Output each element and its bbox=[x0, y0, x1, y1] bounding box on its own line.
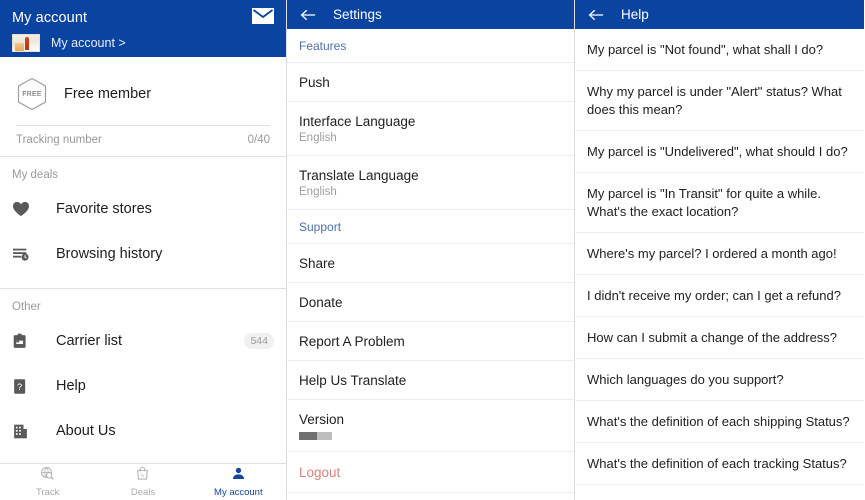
settings-row-translate-language[interactable]: Translate Language English bbox=[287, 156, 574, 210]
svg-text:?: ? bbox=[17, 382, 22, 392]
sidebar-item-label: Favorite stores bbox=[56, 201, 274, 217]
settings-row-value: English bbox=[299, 186, 562, 198]
version-redacted-value bbox=[299, 432, 332, 440]
help-filler bbox=[575, 485, 864, 500]
back-arrow-icon[interactable] bbox=[300, 8, 316, 22]
track-globe-search-icon bbox=[40, 466, 55, 486]
carrier-list-count-badge: 544 bbox=[244, 333, 274, 349]
membership-row[interactable]: FREE Free member bbox=[14, 71, 272, 125]
settings-row-help-us-translate[interactable]: Help Us Translate bbox=[287, 361, 574, 400]
membership-label: Free member bbox=[64, 86, 151, 102]
bottom-nav-label: My account bbox=[214, 487, 263, 498]
sidebar-item-label: Carrier list bbox=[56, 333, 244, 349]
bottom-nav-my-account[interactable]: My account bbox=[191, 464, 286, 500]
membership-block: FREE Free member Tracking number 0/40 bbox=[0, 57, 286, 156]
avatar[interactable] bbox=[12, 34, 40, 52]
help-question-item[interactable]: My parcel is "Undelivered", what should … bbox=[575, 131, 864, 173]
sidebar-item-help[interactable]: ? Help bbox=[0, 364, 286, 409]
clipboard-carrier-icon bbox=[12, 329, 38, 353]
settings-pane: Settings Features Push Interface Languag… bbox=[287, 0, 575, 500]
settings-row-interface-language[interactable]: Interface Language English bbox=[287, 102, 574, 156]
settings-row-title: Share bbox=[299, 256, 562, 271]
sidebar-item-carrier-list[interactable]: Carrier list 544 bbox=[0, 319, 286, 364]
envelope-icon[interactable] bbox=[252, 8, 274, 24]
page-title: My account bbox=[12, 6, 274, 28]
sidebar-item-about-us[interactable]: About Us bbox=[0, 409, 286, 454]
help-pane: Help My parcel is "Not found", what shal… bbox=[575, 0, 864, 500]
settings-row-share[interactable]: Share bbox=[287, 244, 574, 283]
help-question-item[interactable]: Which languages do you support? bbox=[575, 359, 864, 401]
help-title: Help bbox=[621, 7, 649, 22]
settings-row-title: Donate bbox=[299, 295, 562, 310]
bottom-nav-track[interactable]: Track bbox=[0, 464, 95, 500]
svg-text:%: % bbox=[141, 473, 145, 478]
help-question-item[interactable]: My parcel is "Not found", what shall I d… bbox=[575, 29, 864, 71]
help-question-item[interactable]: Why my parcel is under "Alert" status? W… bbox=[575, 71, 864, 131]
settings-row-donate[interactable]: Donate bbox=[287, 283, 574, 322]
bottom-nav-deals[interactable]: % Deals bbox=[95, 464, 190, 500]
settings-row-push[interactable]: Push bbox=[287, 63, 574, 102]
settings-row-title: Push bbox=[299, 75, 562, 90]
settings-section-support: Support bbox=[287, 210, 574, 244]
tracking-number-label: Tracking number bbox=[16, 134, 102, 146]
person-icon bbox=[231, 466, 246, 486]
sidebar-item-label: Browsing history bbox=[56, 246, 274, 262]
tracking-number-count: 0/40 bbox=[248, 134, 270, 146]
help-question-item[interactable]: I didn't receive my order; can I get a r… bbox=[575, 275, 864, 317]
logout-button[interactable]: Logout bbox=[287, 452, 574, 493]
settings-row-title: Report A Problem bbox=[299, 334, 562, 349]
help-question-item[interactable]: How can I submit a change of the address… bbox=[575, 317, 864, 359]
help-question-item[interactable]: My parcel is "In Transit" for quite a wh… bbox=[575, 173, 864, 233]
settings-row-report-a-problem[interactable]: Report A Problem bbox=[287, 322, 574, 361]
app-root: My account My account > FREE bbox=[0, 0, 865, 500]
building-icon bbox=[12, 419, 38, 443]
history-list-icon bbox=[12, 242, 38, 266]
sidebar-item-browsing-history[interactable]: Browsing history bbox=[0, 232, 286, 277]
settings-topbar: Settings bbox=[287, 0, 574, 29]
sidebar-item-settings[interactable]: Settings bbox=[0, 454, 286, 463]
heart-icon bbox=[12, 197, 38, 221]
back-arrow-icon[interactable] bbox=[588, 8, 604, 22]
profile-link-label: My account > bbox=[51, 36, 126, 50]
settings-title: Settings bbox=[333, 7, 382, 22]
group-label-other: Other bbox=[0, 289, 286, 319]
help-question-item[interactable]: What's the definition of each shipping S… bbox=[575, 401, 864, 443]
settings-row-value: English bbox=[299, 132, 562, 144]
help-question-item[interactable]: What's the definition of each tracking S… bbox=[575, 443, 864, 485]
settings-filler bbox=[287, 493, 574, 500]
settings-row-title: Translate Language bbox=[299, 168, 562, 183]
bottom-nav-label: Track bbox=[36, 487, 59, 498]
settings-row-version: Version bbox=[287, 400, 574, 452]
help-topbar: Help bbox=[575, 0, 864, 29]
tracking-number-row: Tracking number 0/40 bbox=[14, 126, 272, 156]
settings-row-title: Interface Language bbox=[299, 114, 562, 129]
settings-row-title: Version bbox=[299, 412, 562, 427]
my-account-pane: My account My account > FREE bbox=[0, 0, 287, 500]
logout-label: Logout bbox=[299, 465, 562, 480]
bottom-navigation: Track % Deals bbox=[0, 463, 286, 500]
account-header: My account My account > bbox=[0, 0, 286, 57]
bottom-nav-label: Deals bbox=[131, 487, 155, 498]
help-question-icon: ? bbox=[12, 374, 38, 398]
help-question-item[interactable]: Where's my parcel? I ordered a month ago… bbox=[575, 233, 864, 275]
settings-section-features: Features bbox=[287, 29, 574, 63]
free-member-hexagon-icon: FREE bbox=[16, 77, 48, 111]
sidebar-item-favorite-stores[interactable]: Favorite stores bbox=[0, 187, 286, 232]
settings-row-title: Help Us Translate bbox=[299, 373, 562, 388]
account-nav-list: My deals Favorite stores bbox=[0, 157, 286, 463]
sidebar-item-label: About Us bbox=[56, 423, 274, 439]
profile-link-row[interactable]: My account > bbox=[12, 34, 274, 52]
deals-bag-icon: % bbox=[135, 466, 150, 486]
free-member-badge-text: FREE bbox=[16, 77, 48, 111]
group-label-my-deals: My deals bbox=[0, 157, 286, 187]
sidebar-item-label: Help bbox=[56, 378, 274, 394]
